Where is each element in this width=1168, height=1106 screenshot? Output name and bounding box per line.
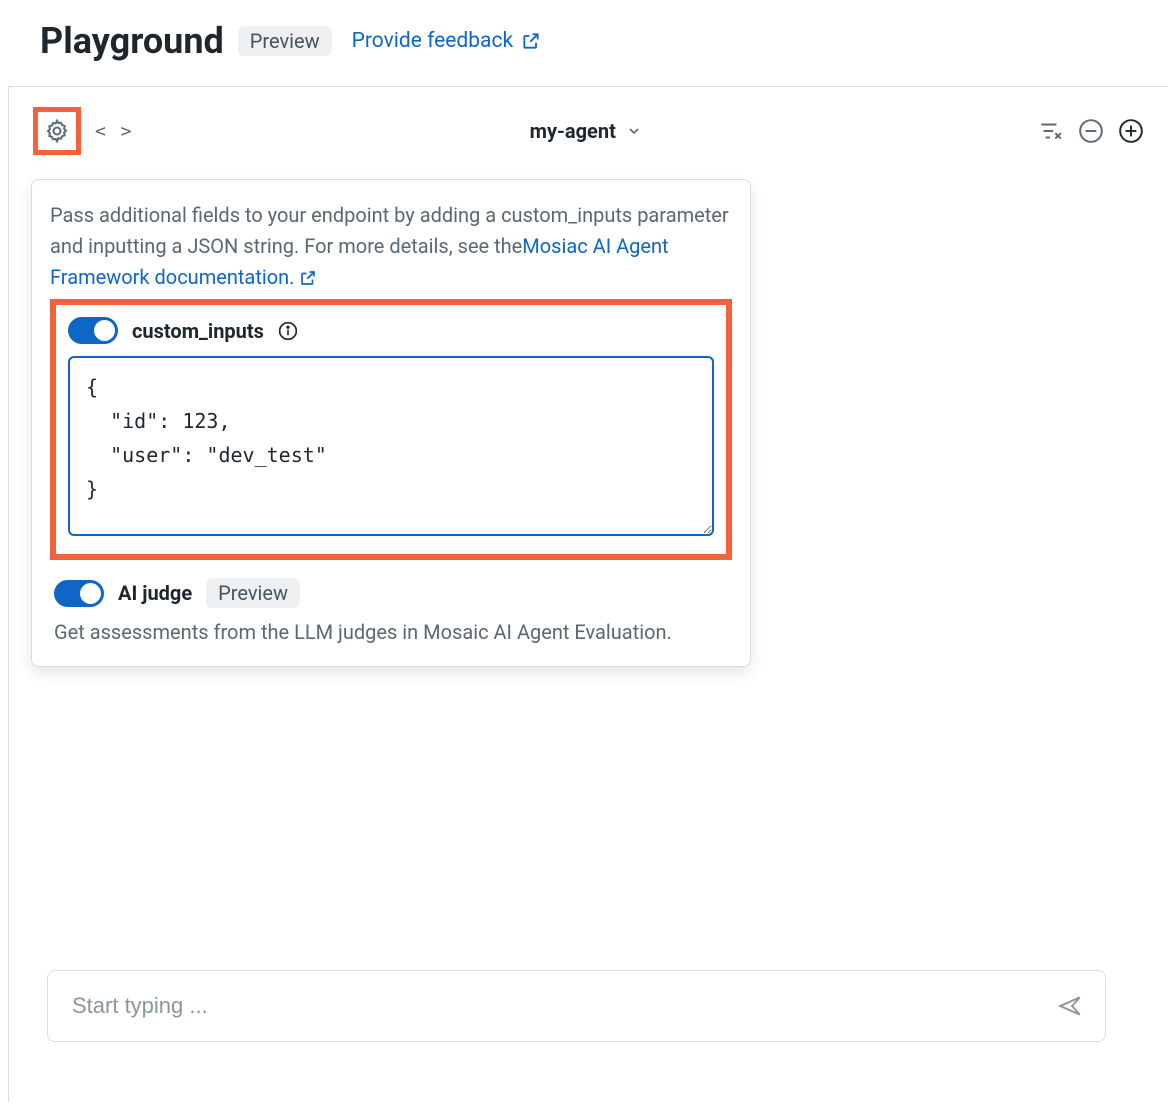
custom-inputs-textarea[interactable] xyxy=(68,356,714,536)
add-button[interactable] xyxy=(1118,118,1144,144)
ai-judge-preview-badge: Preview xyxy=(206,578,300,608)
clear-filter-button[interactable] xyxy=(1038,118,1064,144)
chevron-down-icon xyxy=(626,123,642,139)
ai-judge-description: Get assessments from the LLM judges in M… xyxy=(54,620,728,644)
gear-icon xyxy=(44,118,70,144)
chat-input[interactable] xyxy=(70,992,1057,1020)
preview-badge: Preview xyxy=(238,26,332,56)
panel-description: Pass additional fields to your endpoint … xyxy=(50,200,732,293)
feedback-link-label: Provide feedback xyxy=(352,29,513,53)
settings-panel: Pass additional fields to your endpoint … xyxy=(31,179,751,667)
ai-judge-toggle[interactable] xyxy=(54,580,104,607)
provide-feedback-link[interactable]: Provide feedback xyxy=(352,29,541,53)
settings-button-highlight xyxy=(33,107,81,155)
remove-button[interactable] xyxy=(1078,118,1104,144)
external-link-icon xyxy=(521,31,541,51)
custom-inputs-highlight: custom_inputs xyxy=(50,299,732,560)
send-icon[interactable] xyxy=(1057,993,1083,1019)
chat-input-container xyxy=(47,970,1106,1042)
page-title: Playground xyxy=(40,20,224,62)
minus-circle-icon xyxy=(1078,118,1104,144)
external-link-icon xyxy=(299,269,317,287)
custom-inputs-label: custom_inputs xyxy=(132,319,264,343)
settings-button[interactable] xyxy=(44,118,70,144)
custom-inputs-toggle[interactable] xyxy=(68,317,118,344)
filter-x-icon xyxy=(1038,118,1064,144)
ai-judge-label: AI judge xyxy=(118,581,192,605)
code-toggle-button[interactable]: < > xyxy=(95,121,134,142)
info-icon[interactable] xyxy=(278,321,298,341)
plus-circle-icon xyxy=(1118,118,1144,144)
agent-selector[interactable]: my-agent xyxy=(530,119,616,143)
